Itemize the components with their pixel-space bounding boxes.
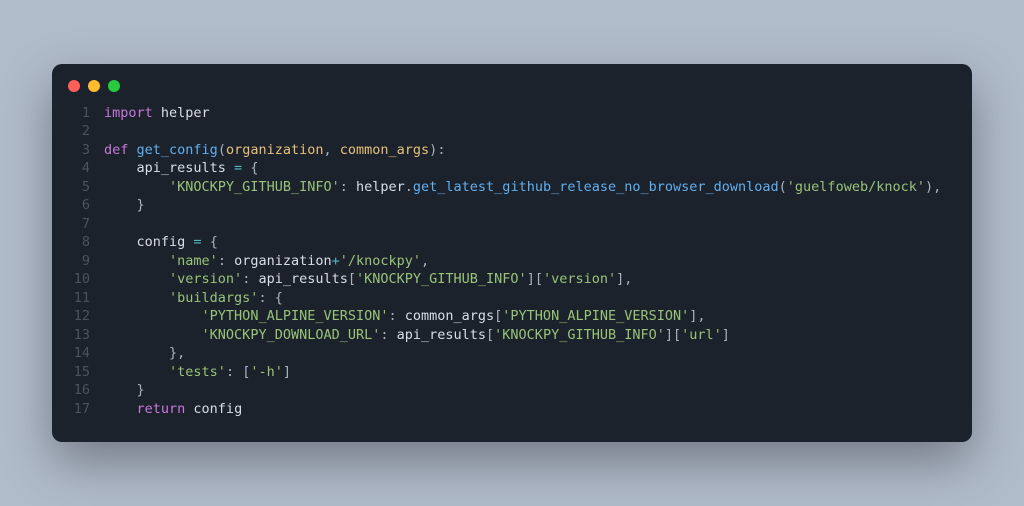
line-number: 12 [52,307,104,326]
code-line: 12 'PYTHON_ALPINE_VERSION': common_args[… [52,307,972,326]
line-number: 15 [52,363,104,382]
code-content: 'version': api_results['KNOCKPY_GITHUB_I… [104,270,632,289]
close-icon[interactable] [68,80,80,92]
code-line: 5 'KNOCKPY_GITHUB_INFO': helper.get_late… [52,178,972,197]
code-line: 14 }, [52,344,972,363]
code-content: 'KNOCKPY_DOWNLOAD_URL': api_results['KNO… [104,326,730,345]
code-line: 11 'buildargs': { [52,289,972,308]
code-content [104,122,112,141]
code-line: 4 api_results = { [52,159,972,178]
code-line: 15 'tests': ['-h'] [52,363,972,382]
line-number: 2 [52,122,104,141]
code-content: }, [104,344,185,363]
code-content: } [104,196,145,215]
code-line: 7 [52,215,972,234]
line-number: 14 [52,344,104,363]
line-number: 17 [52,400,104,419]
line-number: 3 [52,141,104,160]
line-number: 13 [52,326,104,345]
code-line: 10 'version': api_results['KNOCKPY_GITHU… [52,270,972,289]
code-line: 2 [52,122,972,141]
code-content: def get_config(organization, common_args… [104,141,445,160]
code-line: 8 config = { [52,233,972,252]
code-content: api_results = { [104,159,258,178]
code-content: import helper [104,104,210,123]
code-content: return config [104,400,242,419]
minimize-icon[interactable] [88,80,100,92]
line-number: 1 [52,104,104,123]
code-window: 1import helper2 3def get_config(organiza… [52,64,972,443]
line-number: 5 [52,178,104,197]
code-content: } [104,381,145,400]
code-content: 'buildargs': { [104,289,283,308]
code-line: 17 return config [52,400,972,419]
code-line: 3def get_config(organization, common_arg… [52,141,972,160]
code-line: 16 } [52,381,972,400]
code-editor: 1import helper2 3def get_config(organiza… [52,102,972,419]
maximize-icon[interactable] [108,80,120,92]
window-titlebar [52,64,972,102]
line-number: 6 [52,196,104,215]
code-content: 'PYTHON_ALPINE_VERSION': common_args['PY… [104,307,706,326]
code-line: 9 'name': organization+'/knockpy', [52,252,972,271]
line-number: 16 [52,381,104,400]
line-number: 4 [52,159,104,178]
code-line: 13 'KNOCKPY_DOWNLOAD_URL': api_results['… [52,326,972,345]
code-line: 1import helper [52,104,972,123]
line-number: 8 [52,233,104,252]
line-number: 9 [52,252,104,271]
code-content: config = { [104,233,218,252]
code-content: 'tests': ['-h'] [104,363,291,382]
line-number: 7 [52,215,104,234]
code-line: 6 } [52,196,972,215]
code-content: 'KNOCKPY_GITHUB_INFO': helper.get_latest… [104,178,941,197]
code-content: 'name': organization+'/knockpy', [104,252,429,271]
code-content [104,215,112,234]
line-number: 10 [52,270,104,289]
line-number: 11 [52,289,104,308]
